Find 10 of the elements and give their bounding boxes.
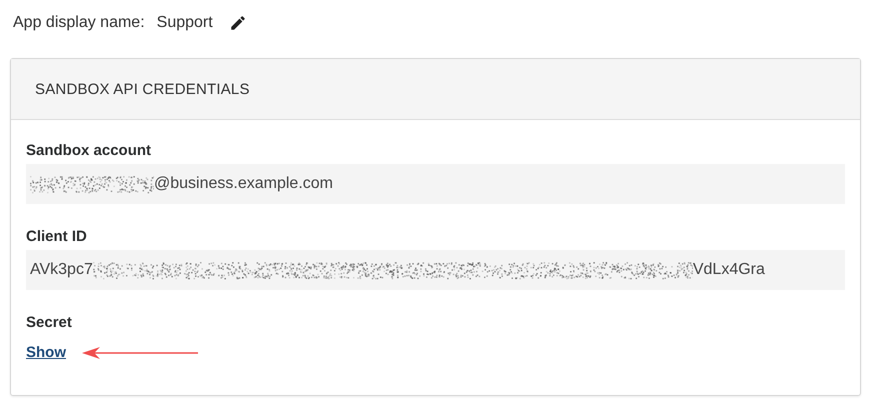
field-label: Client ID [26, 228, 88, 245]
read-only-field[interactable]: AVk3pc7 VdLx4Gra [26, 250, 845, 290]
read-only-field[interactable]: @business.example.com [26, 164, 845, 204]
card-title: SANDBOX API CREDENTIALS [35, 80, 250, 98]
app-name-label: App display name: [13, 14, 145, 32]
field-label: Secret [26, 314, 73, 331]
field-label: Sandbox account [26, 142, 152, 159]
show-link[interactable]: Show [26, 344, 66, 361]
app-name-value: Support [156, 14, 213, 32]
edit-pencil-icon[interactable] [228, 14, 247, 32]
